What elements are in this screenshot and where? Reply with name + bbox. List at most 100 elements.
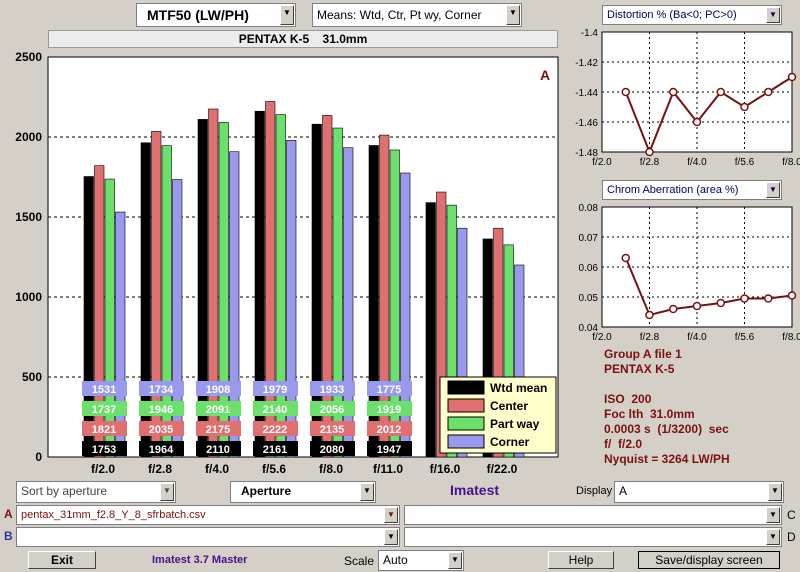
scale-select[interactable]: Auto ▼ bbox=[378, 550, 464, 571]
data-label: 2110 bbox=[206, 444, 230, 456]
info-iso: ISO 200 bbox=[604, 392, 652, 406]
file-c-select[interactable]: ▼ bbox=[404, 505, 782, 525]
data-point bbox=[669, 87, 678, 97]
x-tick-label: f/2.0 bbox=[592, 157, 612, 168]
chevron-down-icon: ▼ bbox=[766, 182, 780, 198]
x-tick-label: f/8.0 bbox=[319, 462, 343, 475]
data-point bbox=[669, 304, 678, 314]
data-label: 2035 bbox=[149, 424, 173, 436]
display-label: Display bbox=[576, 485, 613, 497]
y-tick-label: 2000 bbox=[15, 130, 42, 144]
y-tick-label: -1.42 bbox=[575, 58, 598, 69]
info-group: Group A file 1 bbox=[604, 347, 682, 361]
scale-label: Scale bbox=[344, 554, 375, 568]
data-label: 1734 bbox=[149, 384, 174, 396]
display-select-value: A bbox=[619, 484, 628, 498]
aperture-select-value: Aperture bbox=[241, 484, 292, 498]
file-a-select[interactable]: pentax_31mm_f2.8_Y_8_sfrbatch.csv ▼ bbox=[16, 505, 400, 525]
x-tick-label: f/2.8 bbox=[640, 332, 660, 343]
metric-select[interactable]: MTF50 (LW/PH) ▼ bbox=[136, 3, 296, 27]
data-label: 1775 bbox=[377, 384, 401, 396]
mtf-bar-chart: 1531 1737 1821 1753 1734 1946 2035 1964 1908 2091… bbox=[15, 50, 559, 475]
x-tick-label: f/22.0 bbox=[487, 462, 518, 475]
legend-swatch bbox=[447, 398, 485, 413]
data-point bbox=[716, 87, 725, 97]
data-label: 1753 bbox=[92, 444, 116, 456]
data-label: 1933 bbox=[320, 384, 344, 396]
legend-label: Center bbox=[490, 399, 528, 413]
data-point bbox=[621, 253, 630, 263]
x-tick-label: f/4.0 bbox=[687, 157, 707, 168]
aperture-select[interactable]: Aperture ▼ bbox=[230, 481, 376, 503]
info-nyquist: Nyquist = 3264 LW/PH bbox=[604, 452, 730, 466]
chevron-down-icon: ▼ bbox=[506, 5, 520, 25]
y-tick-label: 1000 bbox=[15, 290, 42, 304]
chevron-down-icon: ▼ bbox=[280, 5, 294, 25]
y-tick-label: 0.08 bbox=[579, 203, 599, 214]
file-d-select[interactable]: ▼ bbox=[404, 527, 782, 547]
chevron-down-icon: ▼ bbox=[160, 483, 174, 501]
legend-swatch bbox=[447, 416, 485, 431]
info-shutter: 0.0003 s (1/3200) sec bbox=[604, 422, 729, 436]
bar bbox=[425, 202, 436, 458]
y-tick-label: 2500 bbox=[15, 50, 42, 64]
sort-select[interactable]: Sort by aperture ▼ bbox=[16, 481, 176, 503]
legend-label: Corner bbox=[490, 435, 530, 449]
data-point bbox=[787, 291, 797, 300]
corner-label: A bbox=[540, 67, 550, 83]
y-tick-label: 0.06 bbox=[579, 263, 599, 274]
data-point bbox=[621, 87, 630, 97]
info-focal: Foc lth 31.0mm bbox=[604, 407, 695, 421]
data-point bbox=[740, 102, 749, 112]
bar bbox=[115, 211, 126, 458]
x-tick-label: f/8.0 bbox=[782, 157, 800, 168]
help-button[interactable]: Help bbox=[548, 551, 614, 569]
y-tick-label: -1.44 bbox=[575, 88, 598, 99]
camera-title-box: PENTAX K-5 31.0mm bbox=[48, 30, 558, 48]
data-label: 1946 bbox=[149, 404, 173, 416]
data-point bbox=[645, 310, 654, 320]
ca-title: Chrom Aberration (area %) bbox=[607, 184, 739, 196]
data-point bbox=[645, 147, 654, 157]
data-label: 2091 bbox=[206, 404, 230, 416]
legend-label: Wtd mean bbox=[490, 381, 547, 395]
data-label: 1947 bbox=[377, 444, 401, 456]
data-point bbox=[692, 301, 702, 311]
chevron-down-icon: ▼ bbox=[384, 529, 398, 545]
sort-select-value: Sort by aperture bbox=[21, 484, 108, 498]
x-tick-label: f/5.6 bbox=[735, 332, 755, 343]
x-tick-label: f/2.8 bbox=[640, 157, 660, 168]
row-a-label: A bbox=[4, 507, 13, 521]
save-display-button[interactable]: Save/display screen bbox=[638, 551, 780, 569]
legend-swatch bbox=[447, 434, 485, 449]
row-b-label: B bbox=[4, 529, 13, 543]
camera-title: PENTAX K-5 31.0mm bbox=[238, 32, 368, 46]
distortion-chart: -1.4-1.42-1.44-1.46-1.48f/2.0 f/2.8 f/4.0 f… bbox=[575, 28, 800, 168]
x-tick-label: f/4.0 bbox=[687, 332, 707, 343]
data-label: 1979 bbox=[263, 384, 287, 396]
file-b-select[interactable]: ▼ bbox=[16, 527, 400, 547]
legend-swatch bbox=[447, 380, 485, 395]
y-tick-label: 1500 bbox=[15, 210, 42, 224]
data-point bbox=[764, 294, 773, 303]
data-label: 2222 bbox=[263, 424, 287, 436]
chevron-down-icon: ▼ bbox=[766, 7, 780, 23]
x-tick-label: f/2.0 bbox=[592, 332, 612, 343]
chevron-down-icon: ▼ bbox=[448, 552, 462, 569]
data-label: 1964 bbox=[149, 444, 174, 456]
y-tick-label: -1.46 bbox=[575, 118, 598, 129]
metric-select-value: MTF50 (LW/PH) bbox=[147, 7, 249, 23]
means-select-value: Means: Wtd, Ctr, Pt wy, Corner bbox=[317, 8, 482, 22]
data-point bbox=[764, 87, 773, 97]
chevron-down-icon: ▼ bbox=[360, 483, 374, 501]
data-label: 1737 bbox=[92, 404, 116, 416]
distortion-title: Distortion % (Ba<0; PC>0) bbox=[607, 9, 737, 21]
scale-select-value: Auto bbox=[383, 553, 408, 567]
y-tick-label: 0 bbox=[35, 450, 42, 464]
x-tick-label: f/5.6 bbox=[735, 157, 755, 168]
row-c-label: C bbox=[787, 508, 796, 522]
exit-button[interactable]: Exit bbox=[28, 551, 96, 569]
display-select[interactable]: A ▼ bbox=[614, 481, 784, 503]
x-tick-label: f/16.0 bbox=[430, 462, 461, 475]
means-select[interactable]: Means: Wtd, Ctr, Pt wy, Corner ▼ bbox=[312, 3, 522, 27]
